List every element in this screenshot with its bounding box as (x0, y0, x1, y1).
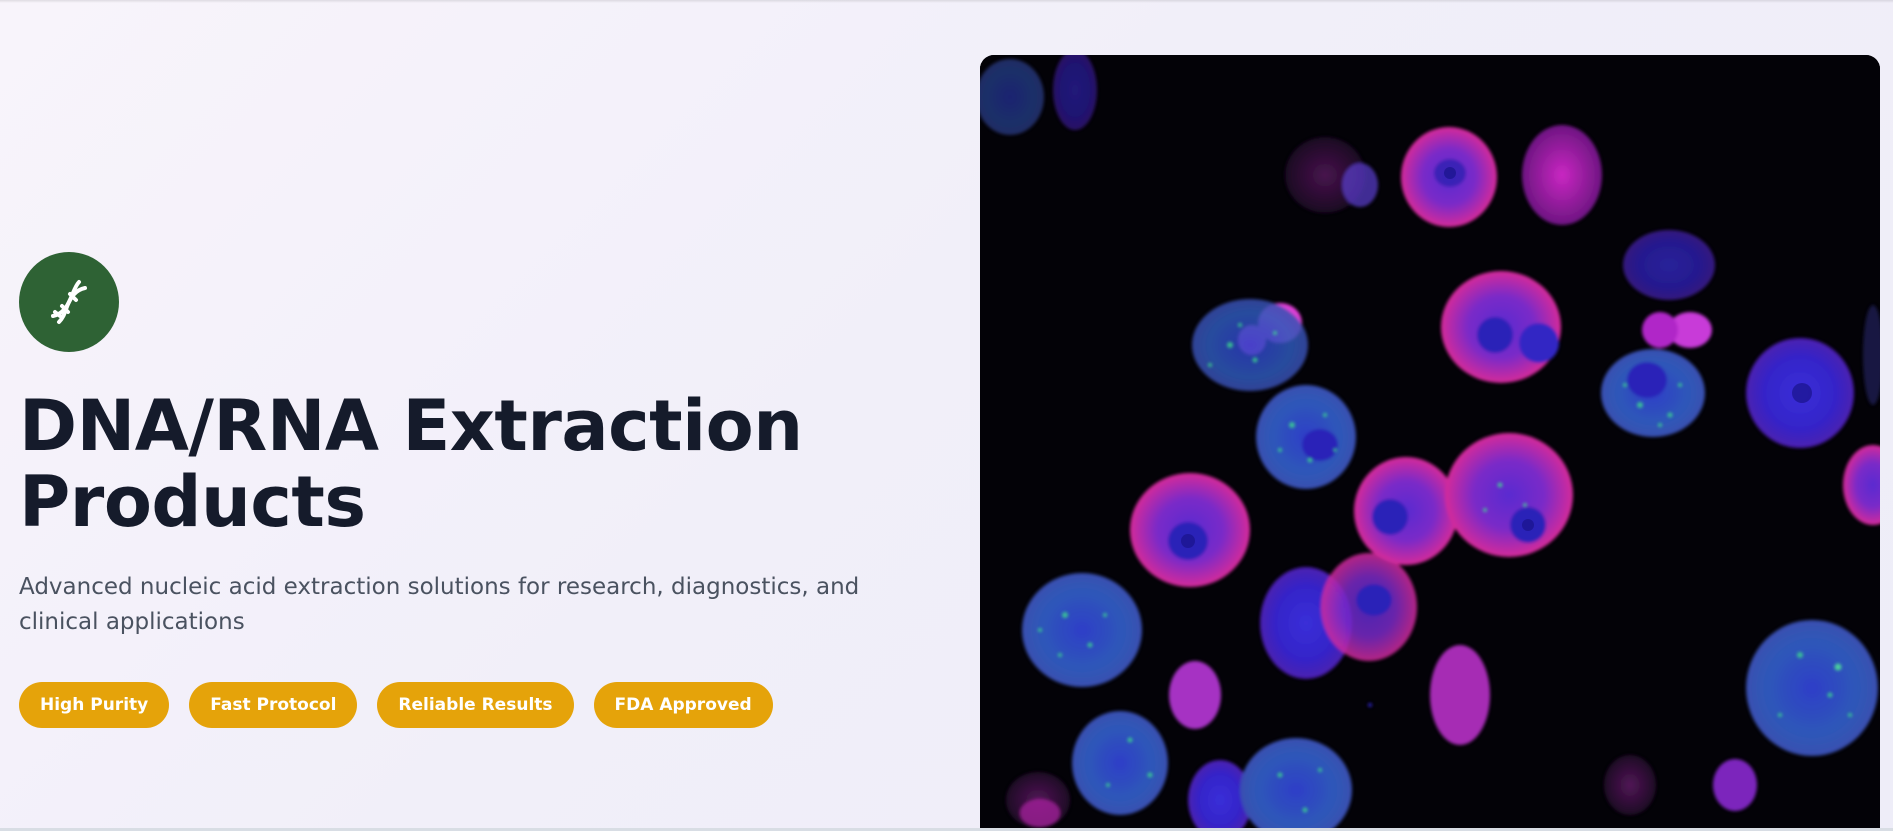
feature-tags: High Purity Fast Protocol Reliable Resul… (19, 682, 939, 728)
tag-high-purity: High Purity (19, 682, 170, 728)
tag-reliable-results: Reliable Results (377, 682, 574, 728)
page-title-line1: DNA/RNA Extraction (19, 385, 803, 467)
hero-content: DNA/RNA Extraction Products Advanced nuc… (19, 252, 939, 728)
tag-fda-approved: FDA Approved (593, 682, 773, 728)
page-title-line2: Products (19, 461, 366, 543)
dna-icon (51, 280, 87, 324)
fluorescence-microscopy-cells-image (980, 55, 1880, 828)
tag-fast-protocol: Fast Protocol (189, 682, 358, 728)
page-title: DNA/RNA Extraction Products (19, 388, 939, 540)
dna-icon-badge (19, 252, 119, 352)
header-shadow (0, 0, 1893, 3)
page-subtitle: Advanced nucleic acid extraction solutio… (19, 574, 860, 635)
